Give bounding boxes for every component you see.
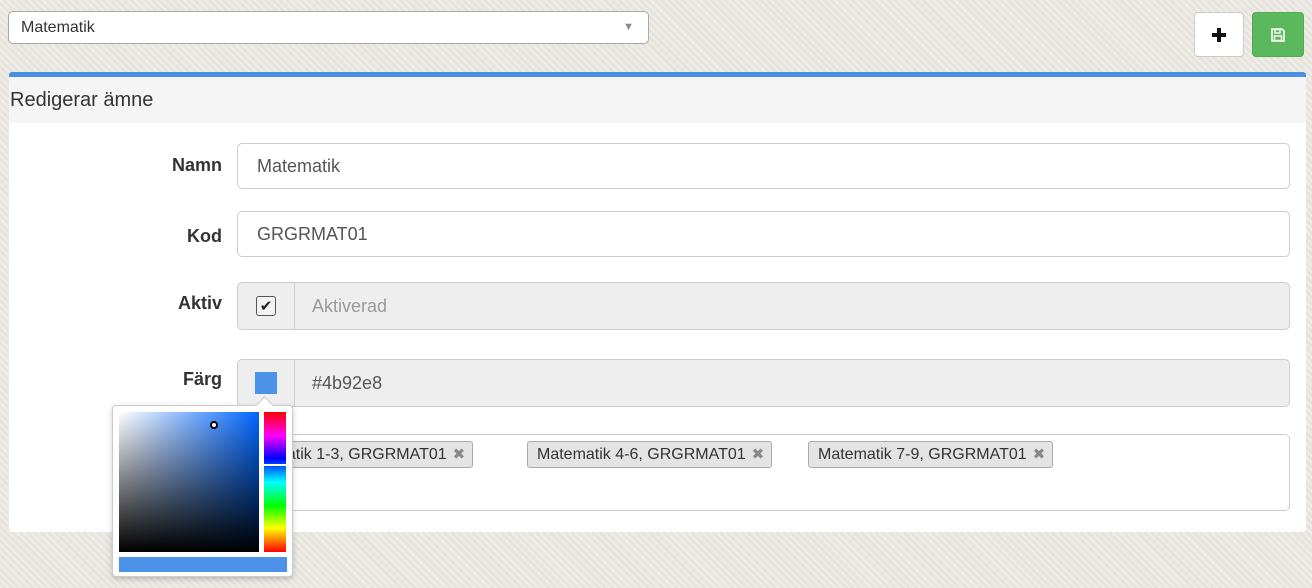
subject-select[interactable]: Matematik ▼ xyxy=(8,11,649,44)
courses-tag-input[interactable]: Matematik 1-3, GRGRMAT01 ✖ Matematik 4-6,… xyxy=(237,434,1290,511)
tag-label: Matematik 7-9, GRGRMAT01 xyxy=(818,446,1027,463)
tag-label: Matematik 4-6, GRGRMAT01 xyxy=(537,446,746,463)
color-swatch[interactable] xyxy=(255,372,277,394)
add-subject-button[interactable] xyxy=(1194,12,1244,57)
color-hex-value[interactable]: #4b92e8 xyxy=(295,360,1289,406)
plus-icon xyxy=(1212,27,1226,42)
checkmark-icon: ✔ xyxy=(259,297,273,315)
hue-slider[interactable] xyxy=(264,412,286,552)
color-group: #4b92e8 xyxy=(237,359,1290,407)
active-checkbox[interactable]: ✔ xyxy=(256,296,276,316)
code-label: Kod xyxy=(187,226,222,246)
floppy-disk-icon xyxy=(1271,27,1285,42)
dropdown-arrow-icon: ▼ xyxy=(623,21,634,33)
hue-handle[interactable] xyxy=(264,464,286,466)
tag-remove-icon[interactable]: ✖ xyxy=(1033,446,1046,463)
save-button[interactable] xyxy=(1252,12,1304,57)
color-label: Färg xyxy=(182,369,222,389)
name-input[interactable] xyxy=(237,143,1290,189)
tag-item: Matematik 4-6, GRGRMAT01 ✖ xyxy=(527,441,773,468)
tag-item: Matematik 7-9, GRGRMAT01 ✖ xyxy=(808,441,1054,468)
code-input[interactable] xyxy=(237,211,1290,257)
color-picker-popup xyxy=(112,405,293,577)
panel-heading: Redigerar ämne xyxy=(9,77,1306,123)
active-group: ✔ Aktiverad xyxy=(237,282,1290,330)
saturation-handle[interactable] xyxy=(210,421,218,429)
saturation-area[interactable] xyxy=(119,412,259,552)
active-text: Aktiverad xyxy=(312,295,388,316)
active-checkbox-addon: ✔ xyxy=(238,283,295,329)
tag-remove-icon[interactable]: ✖ xyxy=(453,446,466,463)
subject-select-value: Matematik xyxy=(21,19,95,36)
color-preview xyxy=(119,557,287,572)
active-label: Aktiv xyxy=(177,293,222,313)
tag-remove-icon[interactable]: ✖ xyxy=(752,446,765,463)
name-label: Namn xyxy=(171,155,222,175)
